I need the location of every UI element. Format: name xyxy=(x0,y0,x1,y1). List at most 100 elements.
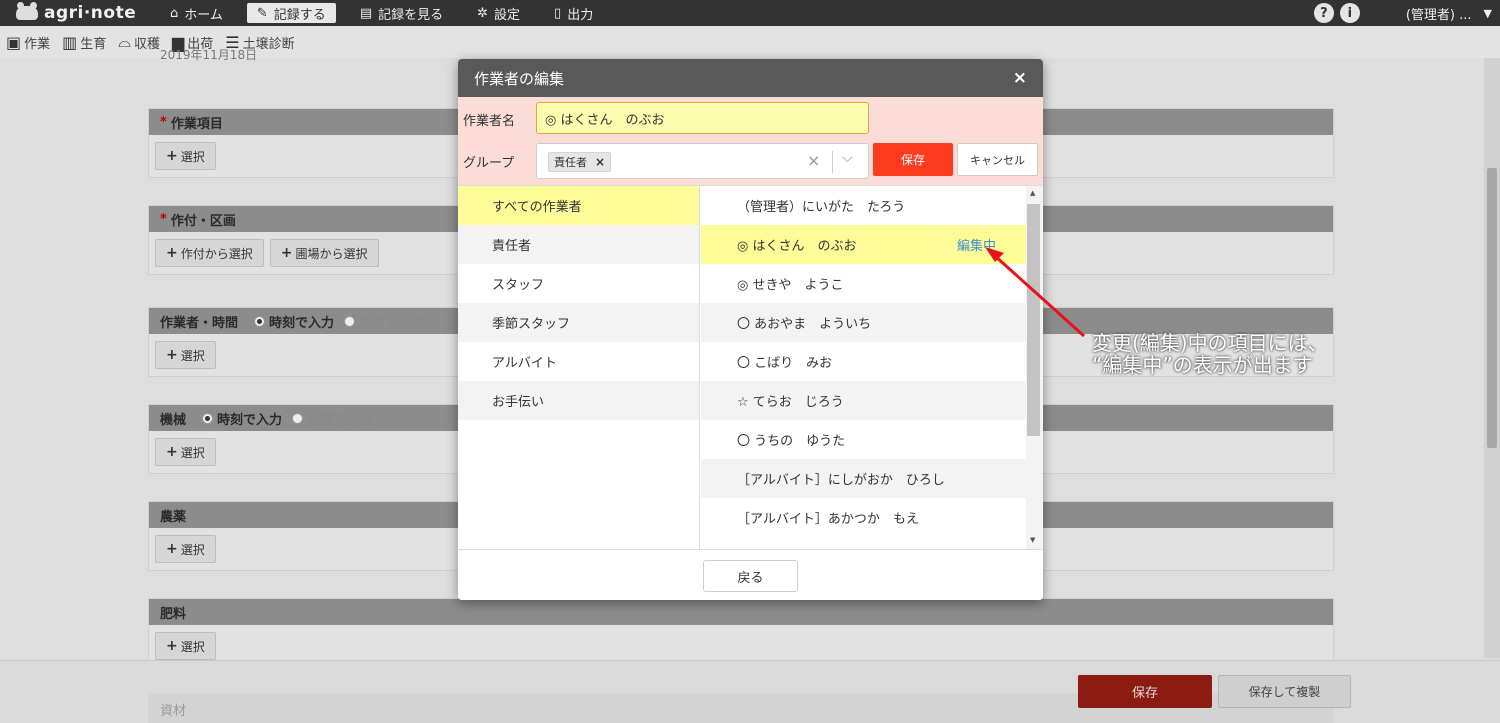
worker-name: （管理者）にいがた たろう xyxy=(737,200,906,215)
select-from-field-button[interactable]: + 圃場から選択 xyxy=(269,239,379,267)
radio-duration-label: 時間で入力 xyxy=(359,315,425,331)
worker-name: ［アルバイト］にしがおか ひろし xyxy=(737,473,945,488)
chevron-down-icon[interactable]: ▼ xyxy=(1484,7,1492,20)
worker-item-editing[interactable]: ◎ はくさん のぶお 編集中 xyxy=(701,225,1026,264)
select-from-crop-label: 作付から選択 xyxy=(180,246,253,261)
group-item-all[interactable]: すべての作業者 xyxy=(458,186,699,225)
remove-tag-icon[interactable]: × xyxy=(595,155,605,169)
radio-clock-time-label: 時刻で入力 xyxy=(217,412,283,428)
radio-clock-time-label: 時刻で入力 xyxy=(269,315,335,331)
select-from-field-label: 圃場から選択 xyxy=(295,246,368,261)
select-button[interactable]: + 選択 xyxy=(155,535,216,563)
edit-worker-modal: 作業者の編集 × 作業者名 ◎ はくさん のぶお グループ 責任者 × × ⌵ … xyxy=(458,59,1043,600)
radio-clock-time[interactable] xyxy=(254,315,266,327)
nav-home-label: ホーム xyxy=(184,7,223,23)
modal-cancel-button[interactable]: キャンセル xyxy=(957,143,1038,176)
help-icon[interactable]: ? xyxy=(1313,3,1334,23)
worker-name: ◎ せきや ようこ xyxy=(737,278,844,293)
nav-settings-label: 設定 xyxy=(494,7,521,23)
time-mode-radio-group: 時刻で入力 時間で入力 xyxy=(202,409,372,428)
home-icon: ⌂ xyxy=(170,5,179,21)
app-logo[interactable]: agri·note xyxy=(0,2,160,23)
radio-clock-time[interactable] xyxy=(202,412,214,424)
worker-item[interactable]: （管理者）にいがた たろう xyxy=(701,186,1026,225)
worker-item[interactable]: 〇 うちの ゆうた xyxy=(701,420,1026,459)
subbar-work-label: 作業 xyxy=(24,36,51,52)
worker-item[interactable]: 〇 こばり みお xyxy=(701,342,1026,381)
clear-icon[interactable]: × xyxy=(807,151,820,170)
radio-duration[interactable] xyxy=(292,412,304,424)
select-button[interactable]: + 選択 xyxy=(155,142,216,170)
nav-output[interactable]: ▯ 出力 xyxy=(544,3,603,23)
section-fertilizer: 肥料 + 選択 xyxy=(148,598,1334,668)
back-button[interactable]: 戻る xyxy=(703,560,798,592)
worker-item[interactable]: ◎ せきや ようこ xyxy=(701,264,1026,303)
editing-badge: 編集中 xyxy=(956,239,996,254)
group-tag: 責任者 × xyxy=(548,152,612,172)
group-item-part-time[interactable]: アルバイト xyxy=(458,342,699,381)
select-button[interactable]: + 選択 xyxy=(155,438,216,466)
group-list: すべての作業者 責任者 スタッフ 季節スタッフ アルバイト お手伝い xyxy=(458,186,700,550)
pencil-icon: ✎ xyxy=(256,5,268,21)
top-right-controls: ? i (管理者) ... ▼ xyxy=(1313,3,1492,23)
divider xyxy=(832,151,833,173)
subbar-growth-label: 生育 xyxy=(80,36,107,52)
worker-name-input[interactable]: ◎ はくさん のぶお xyxy=(536,102,869,134)
basket-icon: ⌓ xyxy=(118,32,131,51)
select-from-crop-button[interactable]: + 作付から選択 xyxy=(155,239,264,267)
group-item-leader[interactable]: 責任者 xyxy=(458,225,699,264)
info-icon[interactable]: i xyxy=(1339,3,1360,23)
group-select[interactable]: 責任者 × × ⌵ xyxy=(536,143,869,179)
page-scrollbar-thumb[interactable] xyxy=(1487,168,1497,448)
select-button[interactable]: + 選択 xyxy=(155,632,216,660)
plus-icon: + xyxy=(166,638,178,654)
section-title: 機械 xyxy=(160,412,187,428)
chevron-down-icon[interactable]: ⌵ xyxy=(842,150,853,166)
subbar-harvest-label: 収穫 xyxy=(133,36,160,52)
annotation-line-1: 変更(編集)中の項目には、 xyxy=(1092,331,1328,355)
nav-settings[interactable]: ✲ 設定 xyxy=(467,3,530,23)
nav-view-records[interactable]: ▤ 記録を見る xyxy=(350,3,453,23)
subbar-harvest[interactable]: ⌓ 収穫 xyxy=(118,32,160,52)
modal-title: 作業者の編集 xyxy=(474,69,565,88)
worker-list-scrollbar-thumb[interactable] xyxy=(1027,204,1040,436)
frog-logo-icon xyxy=(16,2,38,20)
scroll-down-icon[interactable]: ▼ xyxy=(1030,536,1035,544)
group-item-helper[interactable]: お手伝い xyxy=(458,381,699,420)
scroll-up-icon[interactable]: ▲ xyxy=(1030,189,1035,197)
modal-footer: 戻る xyxy=(458,549,1043,600)
subbar-growth[interactable]: ▥ 生育 xyxy=(62,33,106,52)
group-item-seasonal-staff[interactable]: 季節スタッフ xyxy=(458,303,699,342)
nav-record[interactable]: ✎ 記録する xyxy=(246,3,336,23)
book-icon: ▤ xyxy=(359,5,373,21)
modal-save-button[interactable]: 保存 xyxy=(873,143,953,176)
plus-icon: + xyxy=(280,245,293,261)
worker-name: 〇 うちの ゆうた xyxy=(737,434,846,449)
plus-icon: + xyxy=(166,444,178,460)
save-button[interactable]: 保存 xyxy=(1078,675,1212,708)
date-field[interactable]: 2019年11月18日 xyxy=(160,46,257,63)
group-label: グループ xyxy=(463,156,515,171)
subbar-work[interactable]: ▣ 作業 xyxy=(6,33,50,52)
radio-duration[interactable] xyxy=(344,315,356,327)
required-mark: * xyxy=(160,211,167,227)
worker-item[interactable]: ［アルバイト］にしがおか ひろし xyxy=(701,459,1026,498)
worker-item[interactable]: ［アルバイト］あかつか もえ xyxy=(701,498,1026,537)
plus-icon: + xyxy=(166,347,178,363)
group-tag-label: 責任者 xyxy=(554,156,587,169)
worker-name: ［アルバイト］あかつか もえ xyxy=(737,512,919,527)
save-and-copy-button[interactable]: 保存して複製 xyxy=(1218,675,1351,708)
worker-item[interactable]: ☆ てらお じろう xyxy=(701,381,1026,420)
worker-name-label: 作業者名 xyxy=(463,114,516,129)
annotation-text: 変更(編集)中の項目には、 “編集中”の表示が出ます xyxy=(1092,332,1328,376)
select-button[interactable]: + 選択 xyxy=(155,341,216,369)
worker-item[interactable]: 〇 あおやま よういち xyxy=(701,303,1026,342)
close-icon[interactable]: × xyxy=(1013,68,1027,88)
nav-view-records-label: 記録を見る xyxy=(378,7,444,23)
worker-name: 〇 こばり みお xyxy=(737,356,833,371)
modal-header: 作業者の編集 × xyxy=(458,59,1043,97)
nav-home[interactable]: ⌂ ホーム xyxy=(160,3,233,23)
group-item-staff[interactable]: スタッフ xyxy=(458,264,699,303)
time-mode-radio-group: 時刻で入力 時間で入力 xyxy=(254,312,424,331)
user-menu[interactable]: (管理者) ... xyxy=(1406,4,1472,23)
